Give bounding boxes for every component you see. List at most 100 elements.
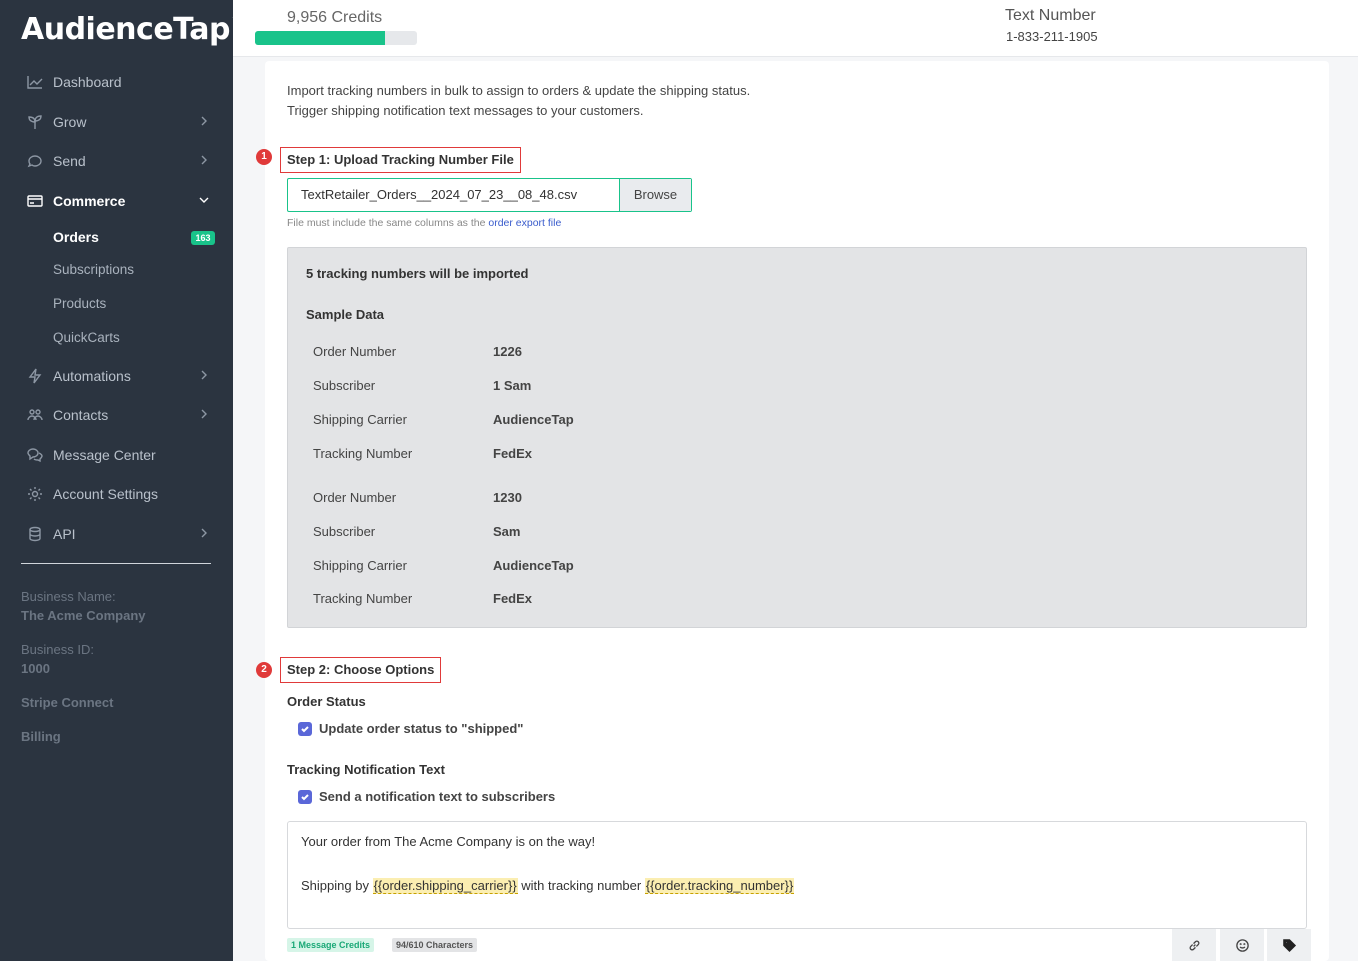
checkmark-icon <box>301 726 309 733</box>
sample-row-value: AudienceTap <box>493 412 574 427</box>
message-line: Shipping by {{order.shipping_carrier}} w… <box>301 878 795 894</box>
update-status-checkbox[interactable] <box>298 722 312 736</box>
intro-line: Trigger shipping notification text messa… <box>287 103 644 118</box>
business-id-value: 1000 <box>21 661 50 676</box>
file-hint: File must include the same columns as th… <box>287 217 561 229</box>
step-2-marker: 2 <box>256 662 272 678</box>
file-name: TextRetailer_Orders__2024_07_23__08_48.c… <box>301 187 578 202</box>
sidebar-subitem-products[interactable]: Products <box>53 294 106 314</box>
intro-text: Import tracking numbers in bulk to assig… <box>287 81 750 121</box>
send-notification-label[interactable]: Send a notification text to subscribers <box>319 789 555 804</box>
sidebar-subitem-subscriptions[interactable]: Subscriptions <box>53 260 134 280</box>
sample-row-label: Subscriber <box>313 378 376 393</box>
sidebar-item-label: Grow <box>53 114 87 130</box>
sidebar-subitem-quickcarts[interactable]: QuickCarts <box>53 328 120 348</box>
bolt-icon <box>26 367 44 385</box>
import-count-title: 5 tracking numbers will be imported <box>306 266 529 281</box>
update-status-label[interactable]: Update order status to "shipped" <box>319 721 523 736</box>
smiley-icon <box>1235 938 1249 952</box>
topbar: 9,956 Credits Text Number 1-833-211-1905 <box>233 0 1358 57</box>
sample-row-value: 1230 <box>493 490 522 505</box>
credits-progress-bar <box>255 31 417 45</box>
sample-row-label: Shipping Carrier <box>313 412 407 427</box>
file-upload-input[interactable]: TextRetailer_Orders__2024_07_23__08_48.c… <box>287 178 692 212</box>
billing-link[interactable]: Billing <box>21 729 61 744</box>
link-icon <box>1189 940 1199 950</box>
sidebar-item-api[interactable]: API <box>0 515 233 553</box>
sample-data-panel: 5 tracking numbers will be imported Samp… <box>287 247 1307 628</box>
message-credits-pill: 1 Message Credits <box>287 938 375 952</box>
sample-row-value: FedEx <box>493 446 533 461</box>
character-count-pill: 94/610 Characters <box>392 938 478 952</box>
sample-row-label: Shipping Carrier <box>313 558 407 573</box>
sample-row-value: Sam <box>493 524 521 539</box>
message-line: Your order from The Acme Company is on t… <box>301 834 596 849</box>
sample-row-label: Subscriber <box>313 524 376 539</box>
sidebar-item-account-settings[interactable]: Account Settings <box>0 475 233 513</box>
insert-emoji-button[interactable] <box>1220 929 1264 961</box>
merge-tag-tracking-number[interactable]: {{order.tracking_number}} <box>644 878 795 894</box>
text-number-value: 1-833-211-1905 <box>1006 29 1098 44</box>
sample-row-label: Order Number <box>313 490 397 505</box>
credits-text: 9,956 Credits <box>287 9 383 26</box>
business-id-label: Business ID: <box>21 642 94 657</box>
tag-icon <box>1282 938 1296 952</box>
sample-row-value: 1226 <box>493 344 522 359</box>
sidebar-item-label: Dashboard <box>53 74 122 90</box>
sidebar-item-commerce[interactable]: Commerce <box>0 182 233 220</box>
sidebar-item-label: Contacts <box>53 407 109 423</box>
file-hint-text: File must include the same columns as th… <box>287 217 486 229</box>
step-1-marker: 1 <box>256 149 272 165</box>
text-number-label: Text Number <box>1005 7 1096 24</box>
credit-card-icon <box>26 192 44 210</box>
chart-icon <box>26 73 44 91</box>
order-export-file-link[interactable]: order export file <box>488 217 561 229</box>
chevron-right-icon <box>199 526 209 540</box>
orders-count-badge: 163 <box>191 231 215 245</box>
credits-progress-fill <box>255 31 385 45</box>
sidebar-item-label: Send <box>53 153 86 169</box>
sidebar-item-label: Account Settings <box>53 486 159 502</box>
merge-tag-shipping-carrier[interactable]: {{order.shipping_carrier}} <box>372 878 518 894</box>
sidebar-item-contacts[interactable]: Contacts <box>0 396 233 434</box>
sample-row-value: AudienceTap <box>493 558 574 573</box>
import-tracking-card: Import tracking numbers in bulk to assig… <box>256 61 1329 961</box>
message-text: Shipping by <box>301 878 373 893</box>
sprout-icon <box>26 113 44 131</box>
sidebar-divider <box>21 563 211 564</box>
sample-row-label: Tracking Number <box>313 446 413 461</box>
chat-icon <box>26 446 44 464</box>
message-editor[interactable]: Your order from The Acme Company is on t… <box>287 821 1307 929</box>
send-notification-checkbox[interactable] <box>298 790 312 804</box>
insert-tag-button[interactable] <box>1267 929 1311 961</box>
sidebar-item-automations[interactable]: Automations <box>0 357 233 395</box>
order-status-heading: Order Status <box>287 694 366 709</box>
intro-line: Import tracking numbers in bulk to assig… <box>287 83 751 98</box>
checkmark-icon <box>301 794 309 801</box>
sidebar-item-label: Message Center <box>53 447 156 463</box>
sidebar-item-message-center[interactable]: Message Center <box>0 436 233 474</box>
send-icon <box>26 152 44 170</box>
message-text: with tracking number <box>517 878 645 893</box>
sample-row-value: 1 Sam <box>493 378 532 393</box>
sidebar-item-dashboard[interactable]: Dashboard <box>0 63 233 101</box>
chevron-right-icon <box>199 153 209 167</box>
sidebar: AudienceTap ✦ Dashboard Grow Send Commer… <box>0 0 244 961</box>
stripe-connect-link[interactable]: Stripe Connect <box>21 695 113 710</box>
tracking-text-heading: Tracking Notification Text <box>287 762 445 777</box>
browse-button[interactable]: Browse <box>619 179 691 211</box>
insert-link-button[interactable] <box>1172 929 1216 961</box>
sidebar-item-label: Commerce <box>53 193 126 209</box>
step-1-title: Step 1: Upload Tracking Number File <box>280 147 521 173</box>
chevron-right-icon <box>199 368 209 382</box>
sample-row-value: FedEx <box>493 591 533 606</box>
users-icon <box>26 406 44 424</box>
business-name-label: Business Name: <box>21 589 116 604</box>
logo[interactable]: AudienceTap ✦ <box>21 10 244 52</box>
sidebar-item-grow[interactable]: Grow <box>0 103 233 141</box>
database-icon <box>26 525 44 543</box>
sidebar-subitem-orders[interactable]: Orders <box>53 227 99 247</box>
sidebar-item-send[interactable]: Send <box>0 142 233 180</box>
gear-icon <box>26 485 44 503</box>
sidebar-item-label: API <box>53 526 76 542</box>
